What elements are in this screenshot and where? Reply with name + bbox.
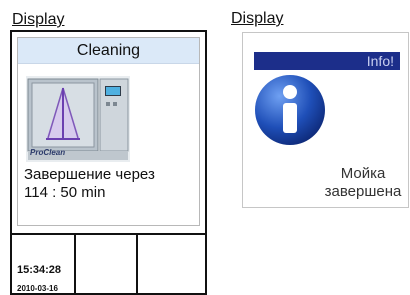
clock-date: 2010-03-16 [17, 284, 58, 293]
info-header-bar: Info! [254, 52, 400, 70]
status-line-2: 114 : 50 min [24, 184, 106, 201]
screen-left: Cleaning ProClean Завершение через 114 : [17, 37, 200, 226]
status-line-1: Завершение через [24, 166, 155, 183]
display-label-left: Display [12, 11, 65, 28]
info-icon [255, 75, 325, 145]
display-label-right: Display [231, 10, 284, 27]
screen-title: Cleaning [18, 38, 199, 64]
device-display-right: Info! Мойка завершена [242, 32, 409, 208]
message-line-1: Мойка [340, 165, 386, 182]
clock-cell: 15:34:28 2010-03-16 [12, 235, 76, 293]
clock-time: 15:34:28 [17, 264, 62, 276]
softkey-2[interactable] [76, 235, 138, 293]
machine-brand-label: ProClean [30, 148, 66, 157]
bottom-status-bar: 15:34:28 2010-03-16 [12, 233, 205, 293]
info-message: Мойка завершена [313, 165, 410, 201]
device-display-left: Cleaning ProClean Завершение через 114 : [10, 30, 207, 295]
softkey-3[interactable] [138, 235, 205, 293]
remaining-time-text: Завершение через 114 : 50 min [24, 166, 155, 202]
message-line-2: завершена [324, 183, 402, 200]
